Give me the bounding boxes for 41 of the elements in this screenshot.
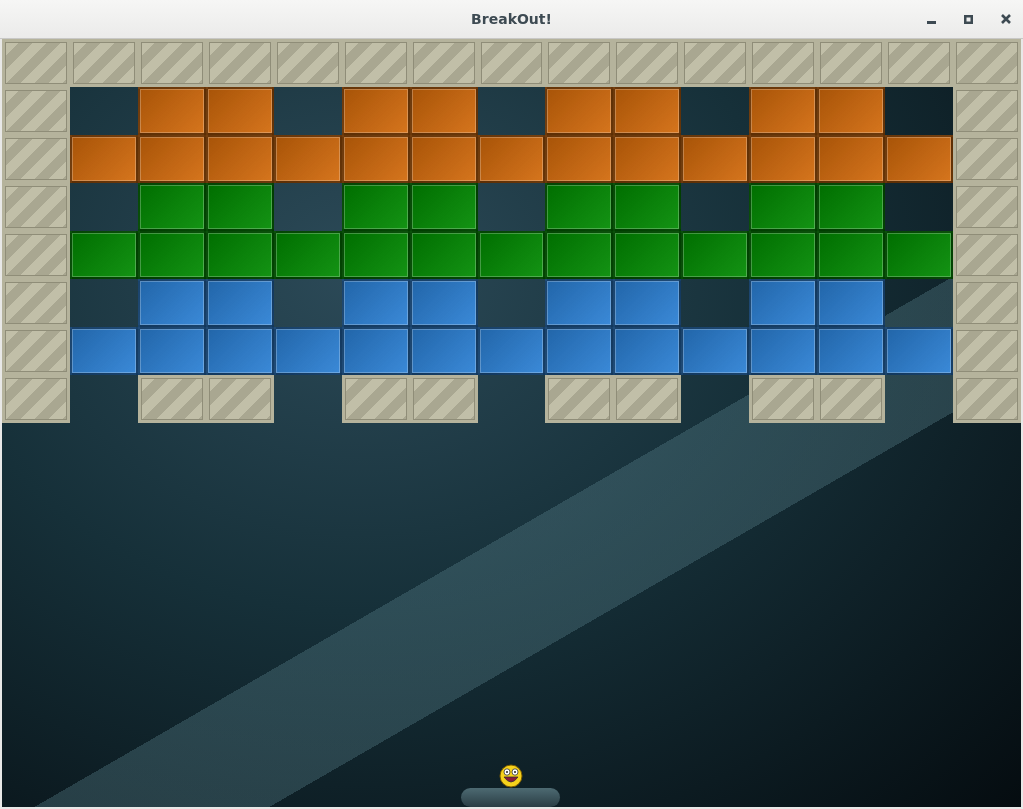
stone-block — [477, 39, 546, 87]
window-title: BreakOut! — [471, 11, 552, 27]
stone-block — [205, 39, 274, 87]
stone-block — [953, 279, 1021, 327]
stone-block — [2, 375, 70, 423]
stone-block — [817, 39, 886, 87]
stone-block — [681, 39, 750, 87]
stone-block — [953, 87, 1021, 135]
stone-block — [2, 231, 70, 279]
smiley-ball-icon — [498, 764, 523, 788]
stone-block — [2, 183, 70, 231]
stone-block — [2, 327, 70, 375]
close-icon[interactable] — [1001, 14, 1011, 24]
stone-block — [953, 327, 1021, 375]
stone-block — [273, 39, 342, 87]
stone-block — [545, 375, 614, 423]
stone-block — [69, 39, 138, 87]
maximize-icon[interactable] — [964, 15, 973, 24]
stone-block — [2, 87, 70, 135]
stone-block — [817, 375, 886, 423]
stone-block — [137, 375, 206, 423]
stone-block — [409, 375, 478, 423]
stone-block — [545, 39, 614, 87]
stone-block — [953, 183, 1021, 231]
stone-block — [953, 39, 1021, 87]
stone-block — [2, 279, 70, 327]
stone-block — [953, 375, 1021, 423]
stone-block — [953, 231, 1021, 279]
stone-block — [341, 39, 410, 87]
stone-block — [137, 39, 206, 87]
stone-block — [885, 39, 954, 87]
stone-block — [953, 135, 1021, 183]
stone-block — [613, 375, 682, 423]
stone-block — [341, 375, 410, 423]
stone-block — [205, 375, 274, 423]
stone-block — [2, 135, 70, 183]
stone-block — [613, 39, 682, 87]
stone-block — [2, 39, 70, 87]
stone-block — [749, 39, 818, 87]
stone-block — [409, 39, 478, 87]
stone-block — [749, 375, 818, 423]
